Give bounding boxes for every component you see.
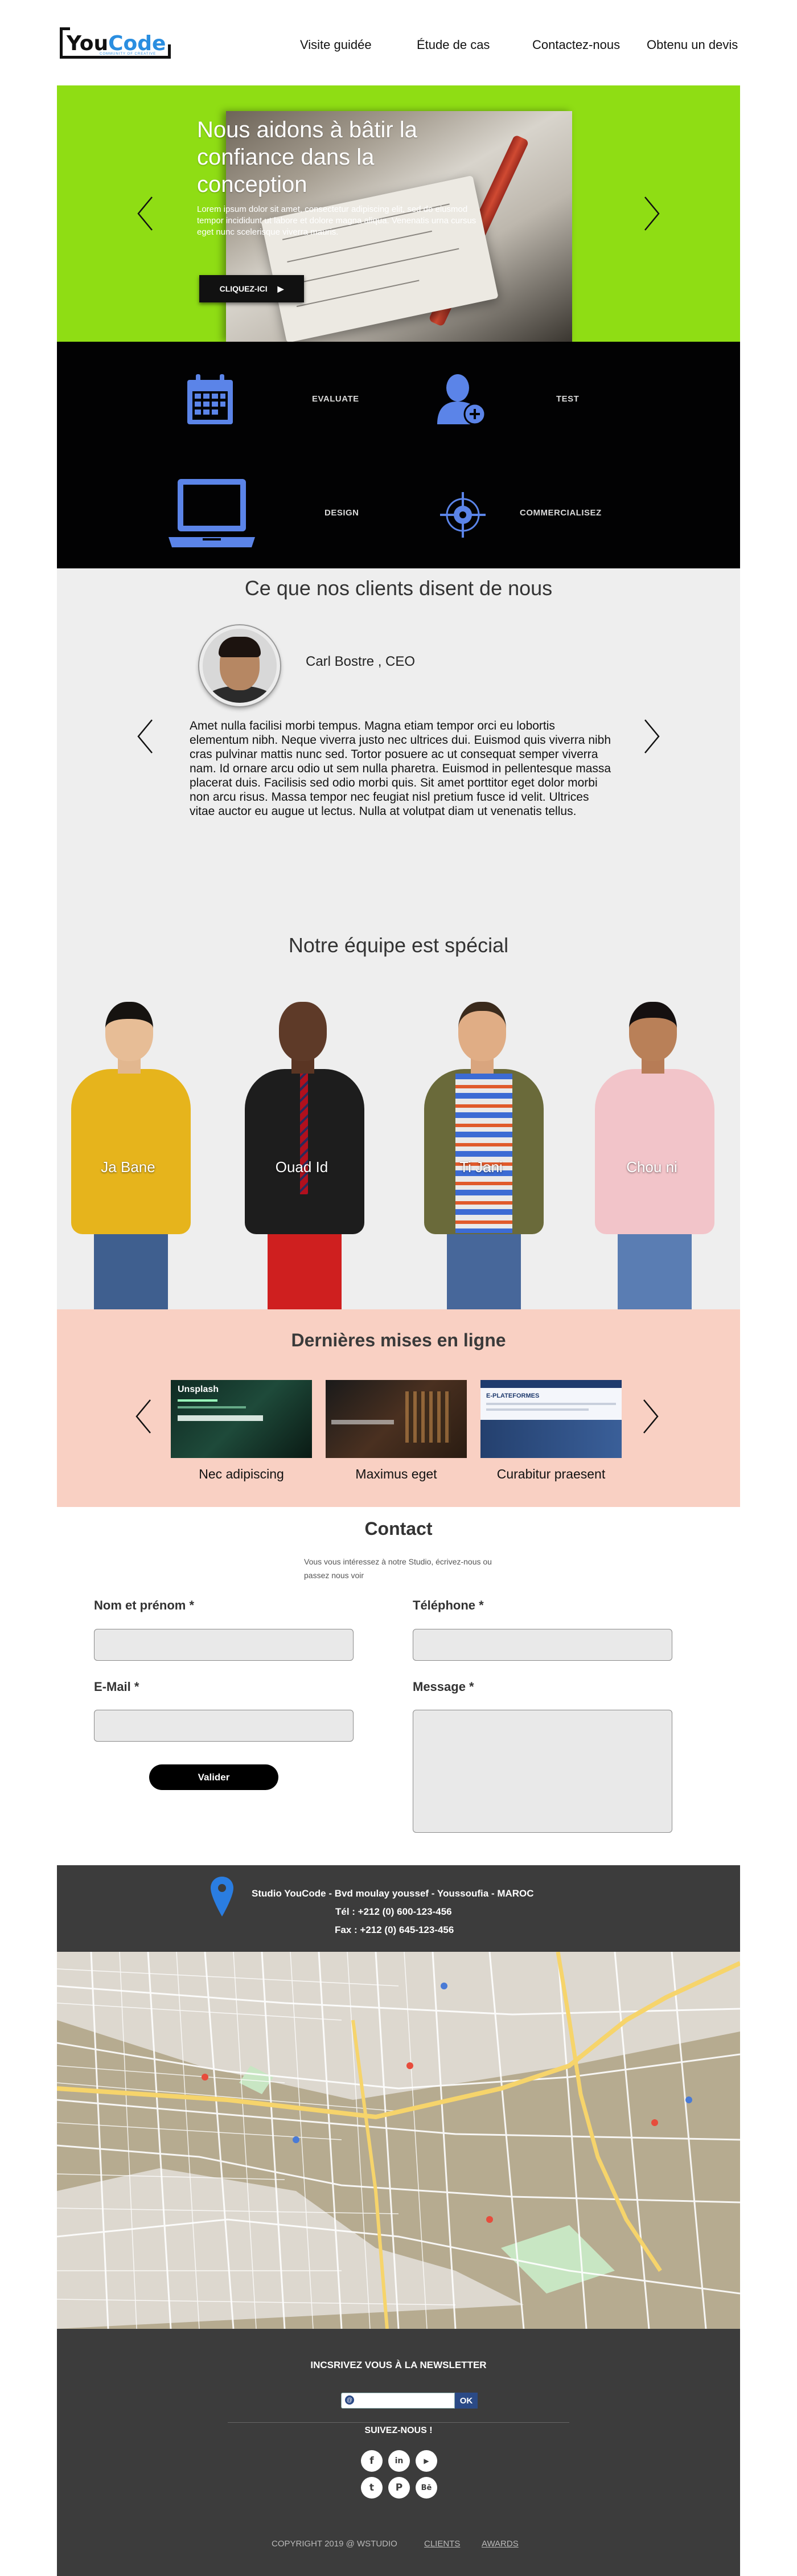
- team-member-name: Ja Bane: [101, 1158, 155, 1176]
- copyright-text: COPYRIGHT 2019 @ WSTUDIO: [272, 2539, 397, 2549]
- service-test-label: TEST: [556, 394, 580, 404]
- logo-code: Code: [108, 32, 166, 55]
- latest-prev-arrow[interactable]: [132, 1398, 155, 1435]
- testimonial-quote: Amet nulla facilisi morbi tempus. Magna …: [190, 719, 611, 818]
- latest-thumb-1[interactable]: Unsplash: [171, 1380, 312, 1458]
- facebook-icon[interactable]: f: [361, 2450, 383, 2472]
- team-member-name: Ouad Id: [275, 1158, 328, 1176]
- add-user-icon: [437, 374, 486, 425]
- contact-subtitle: Vous vous intéressez à notre Studio, écr…: [304, 1557, 492, 1580]
- address-section: Studio YouCode - Bvd moulay youssef - Yo…: [57, 1865, 740, 1952]
- testimonials-section: Ce que nos clients disent de nous Carl B…: [57, 568, 740, 911]
- phone-field[interactable]: [413, 1629, 672, 1661]
- youcode-logo[interactable]: YouCode COMMUNITY OF CREATIVE: [60, 27, 171, 62]
- valider-button[interactable]: Valider: [149, 1764, 278, 1790]
- linkedin-icon[interactable]: in: [388, 2450, 410, 2472]
- location-map[interactable]: [57, 1952, 740, 2329]
- message-label: Message *: [413, 1680, 474, 1694]
- email-icon: @: [345, 2395, 354, 2405]
- page: YouCode COMMUNITY OF CREATIVE Visite gui…: [0, 0, 797, 2576]
- phone-label: Téléphone *: [413, 1598, 484, 1612]
- latest-label-2[interactable]: Maximus eget: [326, 1467, 467, 1482]
- chevron-right-icon: [644, 719, 660, 753]
- hero-image-notebook: [261, 175, 499, 342]
- avatar: [199, 625, 280, 706]
- latest-title: Dernières mises en ligne: [291, 1330, 506, 1350]
- latest-next-arrow[interactable]: [639, 1398, 662, 1435]
- thumb-1-caption: Unsplash: [178, 1385, 219, 1394]
- latest-thumb-2[interactable]: [326, 1380, 467, 1458]
- thumb-3-caption: E-PLATEFORMES: [486, 1393, 540, 1399]
- nav-obtenu-un-devis[interactable]: Obtenu un devis: [647, 38, 738, 52]
- latest-label-1[interactable]: Nec adipiscing: [171, 1467, 312, 1482]
- message-field[interactable]: [413, 1710, 672, 1833]
- newsletter-ok-button[interactable]: OK: [455, 2393, 478, 2409]
- hero-next-arrow[interactable]: [640, 195, 663, 232]
- follow-title: SUIVEZ-NOUS !: [364, 2426, 433, 2435]
- clients-link[interactable]: CLIENTS: [424, 2539, 460, 2549]
- service-commercialisez-label: COMMERCIALISEZ: [520, 508, 602, 518]
- latest-label-3[interactable]: Curabitur praesent: [480, 1467, 622, 1482]
- team-section: Notre équipe est spécial Ja Bane Ouad Id…: [57, 911, 740, 1309]
- logo-wordmark: YouCode: [67, 32, 166, 55]
- team-member-ouad-id[interactable]: Ouad Id: [222, 1002, 381, 1309]
- hero-prev-arrow[interactable]: [134, 195, 157, 232]
- newsletter-email-input[interactable]: [341, 2393, 455, 2409]
- team-member-chou-ni[interactable]: Chou ni: [572, 1002, 732, 1309]
- logo-tagline: COMMUNITY OF CREATIVE: [100, 52, 157, 56]
- map-pin-icon: [211, 1877, 233, 1916]
- nav-etude-de-cas[interactable]: Étude de cas: [417, 38, 490, 52]
- cliquez-ici-label: CLIQUEZ-ICI: [219, 284, 268, 293]
- latest-section: Dernières mises en ligne Unsplash Nec ad…: [57, 1309, 740, 1507]
- email-field[interactable]: [94, 1710, 354, 1742]
- site-footer: INCSRIVEZ VOUS À LA NEWSLETTER @ OK SUIV…: [57, 2329, 740, 2576]
- name-label: Nom et prénom *: [94, 1598, 195, 1612]
- team-member-ja-bane[interactable]: Ja Bane: [48, 1002, 208, 1309]
- site-header: YouCode COMMUNITY OF CREATIVE Visite gui…: [0, 0, 797, 85]
- chevron-left-icon: [135, 1399, 151, 1434]
- team-member-name: Chou ni: [626, 1158, 677, 1176]
- address-tel: Tél : +212 (0) 600-123-456: [335, 1906, 452, 1917]
- chevron-right-icon: [643, 1399, 659, 1434]
- service-design-label: DESIGN: [324, 508, 359, 518]
- name-field[interactable]: [94, 1629, 354, 1661]
- target-icon: [440, 492, 486, 538]
- hero-title: Nous aidons à bâtir la confiance dans la…: [197, 117, 417, 197]
- address-line: Studio YouCode - Bvd moulay youssef - Yo…: [252, 1888, 534, 1899]
- testimonials-title: Ce que nos clients disent de nous: [244, 576, 553, 600]
- email-label: E-Mail *: [94, 1680, 139, 1694]
- testimonial-prev-arrow[interactable]: [134, 718, 157, 755]
- testimonial-next-arrow[interactable]: [640, 718, 663, 755]
- map-streets: [57, 1952, 740, 2329]
- chevron-left-icon: [137, 196, 153, 231]
- service-evaluate-label: EVALUATE: [312, 394, 359, 404]
- youtube-icon[interactable]: ▶: [416, 2450, 437, 2472]
- behance-icon[interactable]: Bē: [416, 2477, 437, 2499]
- newsletter-title: INCSRIVEZ VOUS À LA NEWSLETTER: [310, 2360, 487, 2370]
- laptop-icon: [169, 479, 255, 547]
- play-icon: ▶: [277, 284, 284, 293]
- address-fax: Fax : +212 (0) 645-123-456: [335, 1924, 454, 1935]
- team-member-ti-jani[interactable]: Ti Jani: [401, 1002, 561, 1309]
- team-member-name: Ti Jani: [459, 1158, 503, 1176]
- chevron-left-icon: [137, 719, 153, 753]
- awards-link[interactable]: AWARDS: [482, 2539, 519, 2549]
- chevron-right-icon: [644, 196, 660, 231]
- pinterest-icon[interactable]: P: [388, 2477, 410, 2499]
- testimonial-author: Carl Bostre , CEO: [306, 654, 416, 669]
- services-section: EVALUATE TEST DESIGN COMMERCIALISEZ: [57, 342, 740, 568]
- calendar-icon: [187, 374, 233, 424]
- contact-title: Contact: [364, 1518, 433, 1539]
- cliquez-ici-button[interactable]: CLIQUEZ-ICI ▶: [199, 275, 304, 302]
- nav-visite-guidee[interactable]: Visite guidée: [300, 38, 372, 52]
- hero-slider: Nous aidons à bâtir la confiance dans la…: [57, 85, 740, 342]
- nav-contactez-nous[interactable]: Contactez-nous: [532, 38, 620, 52]
- hero-text: Lorem ipsum dolor sit amet, consectetur …: [197, 204, 476, 237]
- footer-divider: [228, 2422, 569, 2423]
- latest-thumb-3[interactable]: E-PLATEFORMES: [480, 1380, 622, 1458]
- team-title: Notre équipe est spécial: [288, 933, 509, 957]
- twitter-icon[interactable]: t: [361, 2477, 383, 2499]
- logo-you: You: [67, 32, 109, 55]
